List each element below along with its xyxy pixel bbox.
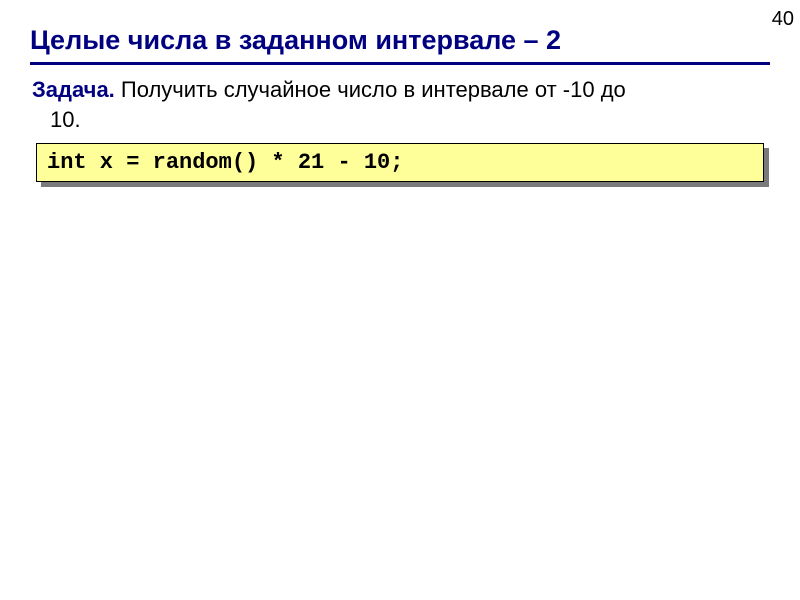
slide-title: Целые числа в заданном интервале – 2: [30, 24, 770, 56]
code-text: int x = random() * 21 - 10;: [47, 150, 403, 175]
task-label: Задача.: [32, 77, 115, 102]
code-block: int x = random() * 21 - 10;: [36, 143, 764, 182]
task-body-line2: 10.: [32, 105, 770, 135]
code-box: int x = random() * 21 - 10;: [36, 143, 764, 182]
task-text: Задача. Получить случайное число в интер…: [30, 75, 770, 134]
task-body-line1: Получить случайное число в интервале от …: [115, 77, 626, 102]
title-divider: [30, 62, 770, 65]
page-number: 40: [772, 8, 794, 31]
